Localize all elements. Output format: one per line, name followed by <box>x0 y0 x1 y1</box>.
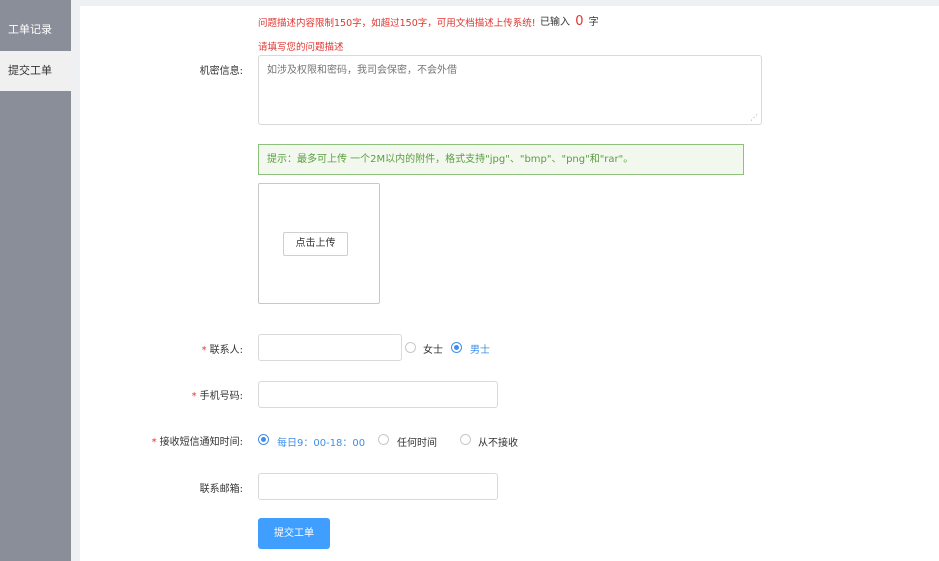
sms-never-radio[interactable] <box>460 434 471 445</box>
gender-female-radio[interactable] <box>405 342 416 353</box>
char-counter-suffix: 字 <box>588 17 599 28</box>
char-counter: 已输入 0 字 <box>540 13 599 29</box>
sms-time-label: * 接收短信通知时间: <box>80 433 243 448</box>
upload-area[interactable]: 点击上传 <box>258 183 380 304</box>
sidebar-item-submit-ticket[interactable]: 提交工单 <box>0 51 71 91</box>
char-counter-prefix: 已输入 <box>540 17 570 28</box>
upload-button[interactable]: 点击上传 <box>283 232 348 256</box>
sms-daily-label[interactable]: 每日9：00-18：00 <box>277 434 365 449</box>
char-counter-value: 0 <box>575 14 584 29</box>
gender-male-radio[interactable] <box>451 342 462 353</box>
sidebar-item-ticket-records[interactable]: 工单记录 <box>0 10 71 50</box>
sms-daily-radio[interactable] <box>258 434 269 445</box>
required-mark: * <box>201 345 207 356</box>
phone-input[interactable] <box>258 381 498 408</box>
resize-grip-icon[interactable]: ⋰ <box>750 113 758 122</box>
ticket-form: 问题描述内容限制150字，如超过150字，可用文档描述上传系统! 已输入 0 字… <box>80 6 939 561</box>
sms-anytime-label[interactable]: 任何时间 <box>397 434 437 449</box>
secret-info-label: 机密信息: <box>199 66 243 77</box>
desc-error-message: 请填写您的问题描述 <box>258 42 344 53</box>
contact-label: * 联系人: <box>80 341 243 356</box>
sidebar-item-label: 工单记录 <box>8 23 52 36</box>
secret-info-textarea[interactable] <box>258 55 762 125</box>
required-mark: * <box>151 437 157 448</box>
email-label: 联系邮箱: <box>199 484 243 495</box>
email-input[interactable] <box>258 473 498 500</box>
gender-male-label[interactable]: 男士 <box>470 341 490 356</box>
gender-female-label[interactable]: 女士 <box>423 341 443 356</box>
gutter <box>71 0 80 561</box>
contact-input[interactable] <box>258 334 402 361</box>
sms-never-label[interactable]: 从不接收 <box>478 434 518 449</box>
required-mark: * <box>191 391 197 402</box>
sidebar: 工单记录 提交工单 <box>0 0 71 561</box>
phone-label: * 手机号码: <box>80 387 243 402</box>
sms-anytime-radio[interactable] <box>378 434 389 445</box>
contact-label-text: 联系人: <box>209 345 243 356</box>
submit-ticket-button[interactable]: 提交工单 <box>258 518 330 549</box>
desc-limit-note: 问题描述内容限制150字，如超过150字，可用文档描述上传系统! <box>258 18 536 29</box>
upload-tip: 提示：最多可上传 一个2M以内的附件，格式支持"jpg"、"bmp"、"png"… <box>258 144 744 175</box>
sidebar-item-label: 提交工单 <box>8 64 52 77</box>
phone-label-text: 手机号码: <box>199 391 243 402</box>
sms-time-label-text: 接收短信通知时间: <box>159 437 243 448</box>
